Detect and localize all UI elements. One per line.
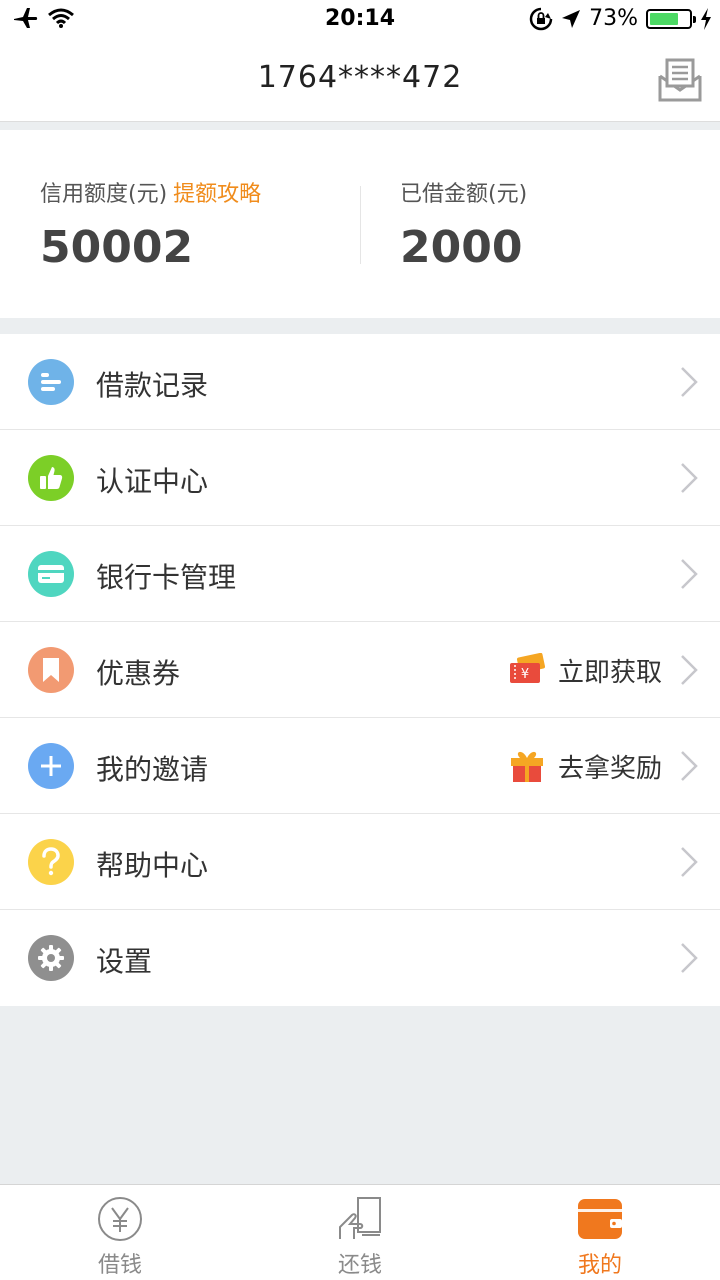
invite-promo-text: 去拿奖励 <box>557 754 662 784</box>
location-icon <box>562 9 581 28</box>
borrowed-amount-block: 已借金额(元) 2000 <box>400 176 527 273</box>
envelope-icon <box>658 58 702 102</box>
credit-limit-label: 信用额度(元) <box>40 182 168 207</box>
menu-item-label: 设置 <box>96 945 153 978</box>
menu-item-invitations[interactable]: 我的邀请 去拿奖励 <box>0 718 720 814</box>
repay-hand-icon <box>339 1197 381 1239</box>
menu-item-coupons[interactable]: 优惠券 ¥ 立即获取 <box>0 622 720 718</box>
chevron-right-icon <box>681 559 698 589</box>
yuan-coin-icon <box>98 1197 142 1241</box>
battery-icon <box>646 8 696 29</box>
menu-item-label: 借款记录 <box>96 369 209 402</box>
tab-borrow[interactable]: 借钱 <box>0 1185 240 1280</box>
account-summary: 信用额度(元) 提额攻略 50002 已借金额(元) 2000 <box>0 130 720 318</box>
charging-icon <box>701 7 711 30</box>
invite-promo: 去拿奖励 <box>508 748 662 785</box>
page-title: 1764****472 <box>257 60 463 95</box>
credit-limit-block: 信用额度(元) 提额攻略 50002 <box>40 176 261 273</box>
menu-item-help-center[interactable]: 帮助中心 <box>0 814 720 910</box>
menu-item-loan-records[interactable]: 借款记录 <box>0 334 720 430</box>
gift-box-icon <box>508 746 546 784</box>
coupon-promo: ¥ 立即获取 <box>508 652 662 689</box>
menu-list: 借款记录 认证中心 银行卡管理 优惠券 ¥ 立即获取 我的邀请 去拿奖励 帮助中… <box>0 334 720 1006</box>
chevron-right-icon <box>681 751 698 781</box>
bookmark-icon <box>28 647 74 693</box>
message-button[interactable] <box>656 56 704 104</box>
svg-text:¥: ¥ <box>521 667 529 682</box>
status-bar: 20:14 73% <box>0 0 720 40</box>
borrowed-amount-label: 已借金额(元) <box>400 182 528 207</box>
wallet-icon <box>578 1199 622 1239</box>
menu-item-settings[interactable]: 设置 <box>0 910 720 1006</box>
status-right: 73% <box>529 6 712 31</box>
bottom-tab-bar: 借钱 还钱 我的 <box>0 1184 720 1280</box>
rotation-lock-icon <box>529 7 553 30</box>
raise-limit-link[interactable]: 提额攻略 <box>173 176 261 208</box>
tab-repay[interactable]: 还钱 <box>240 1185 480 1280</box>
question-icon <box>28 839 74 885</box>
menu-item-verification[interactable]: 认证中心 <box>0 430 720 526</box>
borrowed-amount-value: 2000 <box>400 222 523 273</box>
menu-item-label: 帮助中心 <box>96 849 209 882</box>
credit-limit-value: 50002 <box>40 222 194 273</box>
thumbs-up-icon <box>28 455 74 501</box>
tab-label: 借钱 <box>97 1253 142 1278</box>
chevron-right-icon <box>681 367 698 397</box>
tab-label: 还钱 <box>337 1253 382 1278</box>
tab-label: 我的 <box>577 1253 622 1278</box>
plus-icon <box>28 743 74 789</box>
menu-item-label: 我的邀请 <box>96 753 209 786</box>
coupon-promo-text: 立即获取 <box>557 658 662 688</box>
header: 1764****472 <box>0 40 720 122</box>
gear-icon <box>28 935 74 981</box>
menu-item-label: 优惠券 <box>96 657 181 690</box>
coupon-ticket-icon: ¥ <box>508 650 546 688</box>
chevron-right-icon <box>681 943 698 973</box>
chevron-right-icon <box>681 463 698 493</box>
chevron-right-icon <box>681 847 698 877</box>
record-icon <box>28 359 74 405</box>
battery-percent: 73% <box>589 6 638 31</box>
menu-item-label: 认证中心 <box>96 465 209 498</box>
card-icon <box>28 551 74 597</box>
summary-divider <box>360 186 361 264</box>
menu-item-bank-cards[interactable]: 银行卡管理 <box>0 526 720 622</box>
chevron-right-icon <box>681 655 698 685</box>
menu-item-label: 银行卡管理 <box>96 561 237 594</box>
tab-mine[interactable]: 我的 <box>480 1185 720 1280</box>
